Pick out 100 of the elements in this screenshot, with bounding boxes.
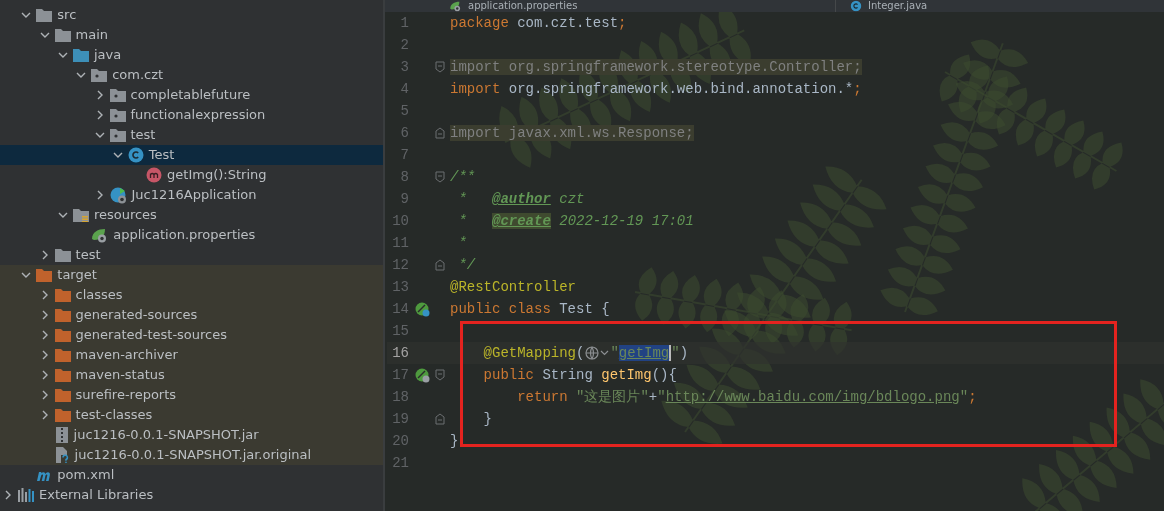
tree-item[interactable]: pom.xml — [0, 465, 383, 485]
line-number: 2 — [399, 35, 409, 55]
code-text: package com.czt.test; — [450, 14, 627, 32]
folder-icon — [54, 288, 71, 302]
folder-icon — [54, 348, 71, 362]
tree-item[interactable]: java — [0, 45, 383, 65]
line-number: 4 — [399, 79, 409, 99]
code-text: @RestController — [450, 278, 577, 296]
libraries-icon — [18, 488, 34, 502]
class-icon — [127, 147, 144, 163]
line-number: 10 — [391, 211, 409, 231]
tree-item[interactable]: Test — [0, 145, 383, 165]
line-number: 11 — [391, 233, 409, 253]
chevron-icon[interactable] — [39, 30, 50, 40]
tree-item[interactable]: src — [0, 5, 383, 25]
tree-item[interactable]: generated-test-sources — [0, 325, 383, 345]
code-text: public class Test { — [450, 300, 610, 318]
line-number: 3 — [399, 57, 409, 77]
folder-icon — [54, 248, 71, 262]
tree-item[interactable]: maven-status — [0, 365, 383, 385]
chevron-icon[interactable] — [21, 10, 32, 20]
tree-item[interactable]: getImg():String — [0, 165, 383, 185]
chevron-icon[interactable] — [76, 70, 87, 80]
chevron-icon[interactable] — [21, 270, 32, 280]
line-number: 15 — [391, 321, 409, 341]
folder-icon — [36, 8, 53, 22]
line-number: 16 — [391, 343, 409, 363]
line-number: 13 — [391, 277, 409, 297]
globe-dropdown-icon[interactable] — [585, 346, 610, 360]
tree-item[interactable]: resources — [0, 205, 383, 225]
fold-icon[interactable] — [435, 61, 445, 73]
tree-item[interactable]: juc1216-0.0.1-SNAPSHOT.jar.original — [0, 445, 383, 465]
line-number: 1 — [399, 13, 409, 33]
chevron-icon[interactable] — [94, 130, 105, 140]
line-number: 7 — [399, 145, 409, 165]
code-text: public String getImg(){ — [482, 366, 677, 384]
folder-icon — [109, 128, 126, 142]
tree-item[interactable]: External Libraries — [0, 485, 383, 505]
tree-item[interactable]: Juc1216Application — [0, 185, 383, 205]
code-text: */ — [457, 256, 476, 274]
tree-item[interactable]: maven-archiver — [0, 345, 383, 365]
folder-icon — [109, 108, 126, 122]
line-number: 12 — [391, 255, 409, 275]
line-number: 19 — [391, 409, 409, 429]
chevron-icon[interactable] — [3, 490, 13, 500]
editor-tab[interactable]: Integer.java — [835, 0, 940, 12]
tree-item[interactable]: com.czt — [0, 65, 383, 85]
class-icon — [850, 0, 862, 12]
line-number: 18 — [391, 387, 409, 407]
tree-item[interactable]: target — [0, 265, 383, 285]
chevron-icon[interactable] — [57, 210, 68, 220]
line-number: 5 — [399, 101, 409, 121]
tree-item[interactable]: surefire-reports — [0, 385, 383, 405]
tree-item[interactable]: classes — [0, 285, 383, 305]
folder-icon — [91, 68, 108, 82]
fold-icon[interactable] — [435, 369, 445, 381]
line-number: 8 — [399, 167, 409, 187]
line-number: 21 — [391, 453, 409, 473]
folder-icon — [54, 388, 71, 402]
method-icon — [146, 167, 163, 183]
code-text: * — [457, 234, 467, 252]
folder-icon — [54, 408, 71, 422]
tree-item[interactable]: test-classes — [0, 405, 383, 425]
line-number: 20 — [391, 431, 409, 451]
unknown-file-icon — [54, 447, 70, 463]
fold-icon[interactable] — [435, 127, 445, 139]
line-number: 9 — [399, 189, 409, 209]
fold-icon[interactable] — [435, 171, 445, 183]
line-number: 14 — [391, 299, 409, 319]
tree-item[interactable]: test — [0, 125, 383, 145]
chevron-icon[interactable] — [57, 50, 68, 60]
tree-item[interactable]: test — [0, 245, 383, 265]
folder-icon — [72, 48, 89, 62]
folder-icon — [54, 28, 71, 42]
tree-item[interactable]: main — [0, 25, 383, 45]
code-text: import org.springframework.stereotype.Controller; — [450, 58, 862, 76]
folder-icon — [109, 88, 126, 102]
folder-icon — [54, 308, 71, 322]
code-text: } — [482, 410, 492, 428]
tree-item[interactable]: generated-sources — [0, 305, 383, 325]
tree-item[interactable]: application.properties — [0, 225, 383, 245]
code-text: return "这是图片"+"http://www.baidu.com/img/bdlogo.png"; — [516, 388, 977, 406]
code-text: "getImg") — [610, 344, 689, 362]
spring-class-icon — [109, 186, 127, 204]
folder-icon — [72, 208, 89, 222]
code-text: * @create 2022-12-19 17:01 — [457, 212, 694, 230]
tree-item[interactable]: juc1216-0.0.1-SNAPSHOT.jar — [0, 425, 383, 445]
tree-item[interactable]: functionalexpression — [0, 105, 383, 125]
code-text: @GetMapping( — [482, 344, 585, 362]
code-text: import org.springframework.web.bind.annotation.*; — [450, 80, 862, 98]
fold-icon[interactable] — [435, 259, 445, 271]
editor-tab[interactable]: application.properties — [435, 0, 835, 12]
code-text: import javax.xml.ws.Response; — [450, 124, 694, 142]
chevron-icon[interactable] — [112, 150, 123, 160]
code-text: } — [450, 432, 459, 450]
folder-icon — [36, 268, 53, 282]
fold-icon[interactable] — [435, 413, 445, 425]
tree-item[interactable]: completablefuture — [0, 85, 383, 105]
archive-icon — [54, 427, 69, 443]
line-number: 6 — [399, 123, 409, 143]
